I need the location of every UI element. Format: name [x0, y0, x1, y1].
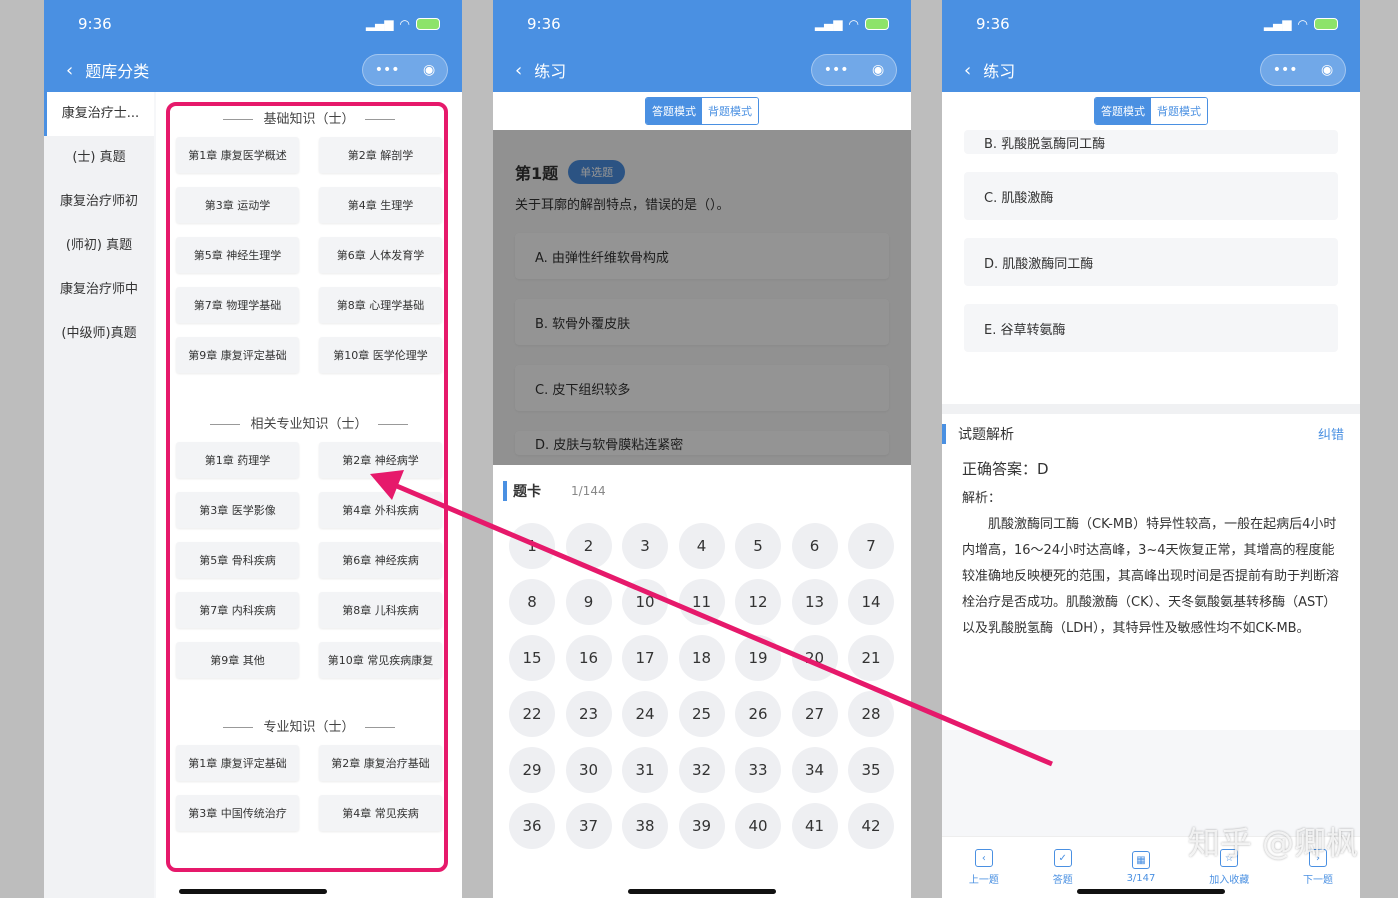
watermark: 知乎 @卿枫: [1187, 824, 1358, 862]
annotation-arrow: [370, 470, 1053, 767]
arrow-line: [391, 481, 1053, 767]
